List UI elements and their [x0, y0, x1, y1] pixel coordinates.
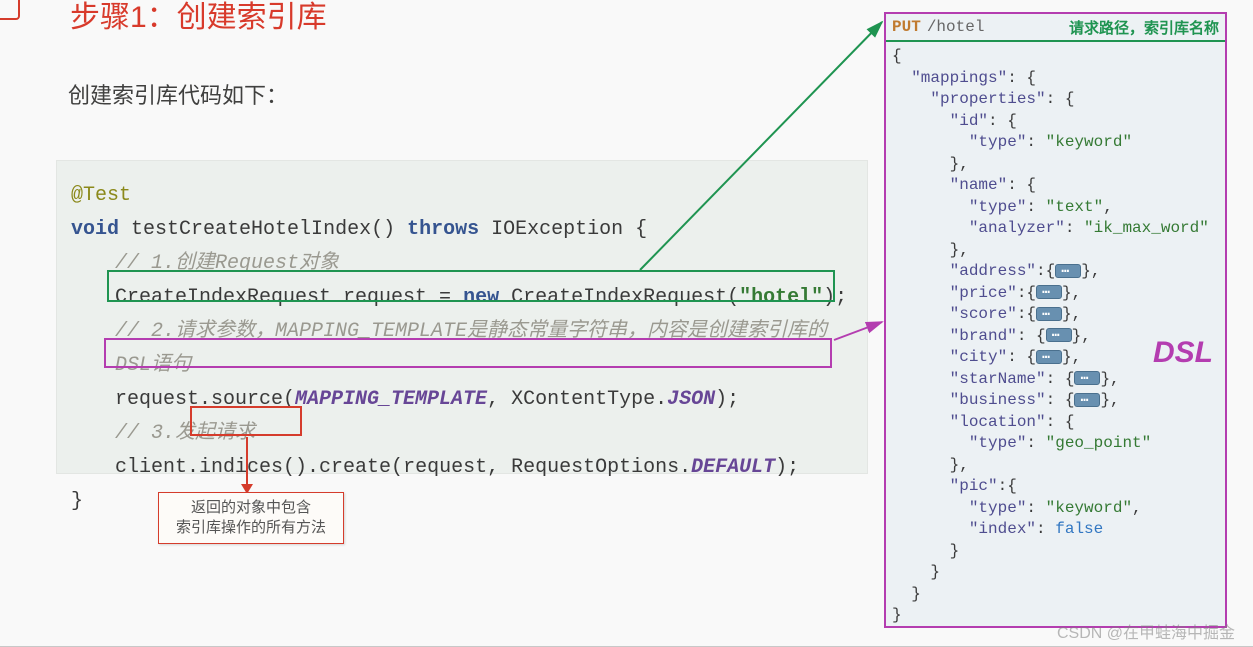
- json-key: "city": [950, 348, 1008, 366]
- json-key: "type": [969, 499, 1027, 517]
- comment-2b: MAPPING_TEMPLATE: [275, 320, 467, 343]
- const-mapping: MAPPING_TEMPLATE: [295, 388, 487, 411]
- annotation: @Test: [71, 184, 131, 207]
- code-line-2a: CreateIndexRequest request =: [115, 286, 463, 309]
- http-path: /hotel: [927, 18, 985, 36]
- keyword-new: new: [463, 286, 499, 309]
- json-key: "location": [950, 413, 1046, 431]
- brace-close: }: [71, 490, 83, 513]
- collapse-icon[interactable]: [1036, 307, 1062, 321]
- json-key: "brand": [950, 327, 1017, 345]
- page-title: 步骤1：创建索引库: [70, 0, 327, 36]
- code-line-4a: client.: [115, 456, 199, 479]
- const-default: DEFAULT: [691, 456, 775, 479]
- code-line-4c: .create(request, RequestOptions.: [307, 456, 691, 479]
- collapse-icon[interactable]: [1055, 264, 1081, 278]
- json-key: "analyzer": [969, 219, 1065, 237]
- code-line-3c: );: [715, 388, 739, 411]
- watermark: CSDN @在甲蛙海中掘金: [1057, 619, 1235, 643]
- keyword-void: void: [71, 218, 119, 241]
- code-line-2c: );: [823, 286, 847, 309]
- comment-2c: 是静态常量字符串，内容是创建索引库的: [467, 320, 827, 343]
- comment-3: // 3.发起请求: [71, 417, 853, 451]
- collapse-icon[interactable]: [1036, 350, 1062, 364]
- json-value: "geo_point": [1046, 434, 1152, 452]
- code-line-4b: indices(): [199, 456, 307, 479]
- dsl-big-label: DSL: [1153, 336, 1213, 370]
- note-callout: 返回的对象中包含 索引库操作的所有方法: [158, 492, 344, 544]
- json-value: "keyword": [1046, 499, 1132, 517]
- subtitle-text: 创建索引库代码如下：: [68, 78, 288, 110]
- json-key: "business": [950, 391, 1046, 409]
- http-method: PUT: [892, 18, 921, 36]
- note-line-2: 索引库操作的所有方法: [176, 518, 326, 538]
- dsl-header-note: 请求路径，索引库名称: [1069, 17, 1219, 38]
- code-line-2b: CreateIndexRequest(: [499, 286, 739, 309]
- comment-1: // 1.创建Request对象: [71, 247, 853, 281]
- java-code-block: @Test void testCreateHotelIndex() throws…: [56, 160, 868, 474]
- json-key: "score": [950, 305, 1017, 323]
- json-key: "properties": [930, 90, 1045, 108]
- dsl-panel: PUT /hotel 请求路径，索引库名称 { "mappings": { "p…: [884, 12, 1227, 628]
- method-name: testCreateHotelIndex(): [131, 218, 395, 241]
- code-line-3b: , XContentType.: [487, 388, 667, 411]
- code-line-4d: );: [775, 456, 799, 479]
- json-key: "type": [969, 198, 1027, 216]
- comment-2d: DSL: [115, 354, 151, 377]
- json-key: "type": [969, 133, 1027, 151]
- code-line-3a: request.source(: [115, 388, 295, 411]
- json-key: "mappings": [911, 69, 1007, 87]
- comment-2a: // 2.请求参数，: [115, 320, 275, 343]
- json-value: "ik_max_word": [1084, 219, 1209, 237]
- collapse-icon[interactable]: [1074, 393, 1100, 407]
- exception: IOException {: [491, 218, 647, 241]
- json-key: "name": [950, 176, 1008, 194]
- keyword-throws: throws: [407, 218, 479, 241]
- collapse-icon[interactable]: [1036, 285, 1062, 299]
- string-hotel: "hotel": [739, 286, 823, 309]
- const-json: JSON: [667, 388, 715, 411]
- json-value: "text": [1046, 198, 1104, 216]
- json-key: "starName": [950, 370, 1046, 388]
- json-key: "address": [950, 262, 1036, 280]
- json-key: "pic": [950, 477, 998, 495]
- json-key: "price": [950, 284, 1017, 302]
- topbar-fragment: [0, 0, 20, 20]
- json-key: "id": [950, 112, 988, 130]
- json-value: false: [1055, 520, 1103, 538]
- json-value: "keyword": [1046, 133, 1132, 151]
- json-key: "type": [969, 434, 1027, 452]
- note-line-1: 返回的对象中包含: [191, 498, 311, 518]
- json-key: "index": [969, 520, 1036, 538]
- collapse-icon[interactable]: [1046, 328, 1072, 342]
- comment-2e: 语句: [151, 354, 191, 377]
- collapse-icon[interactable]: [1074, 371, 1100, 385]
